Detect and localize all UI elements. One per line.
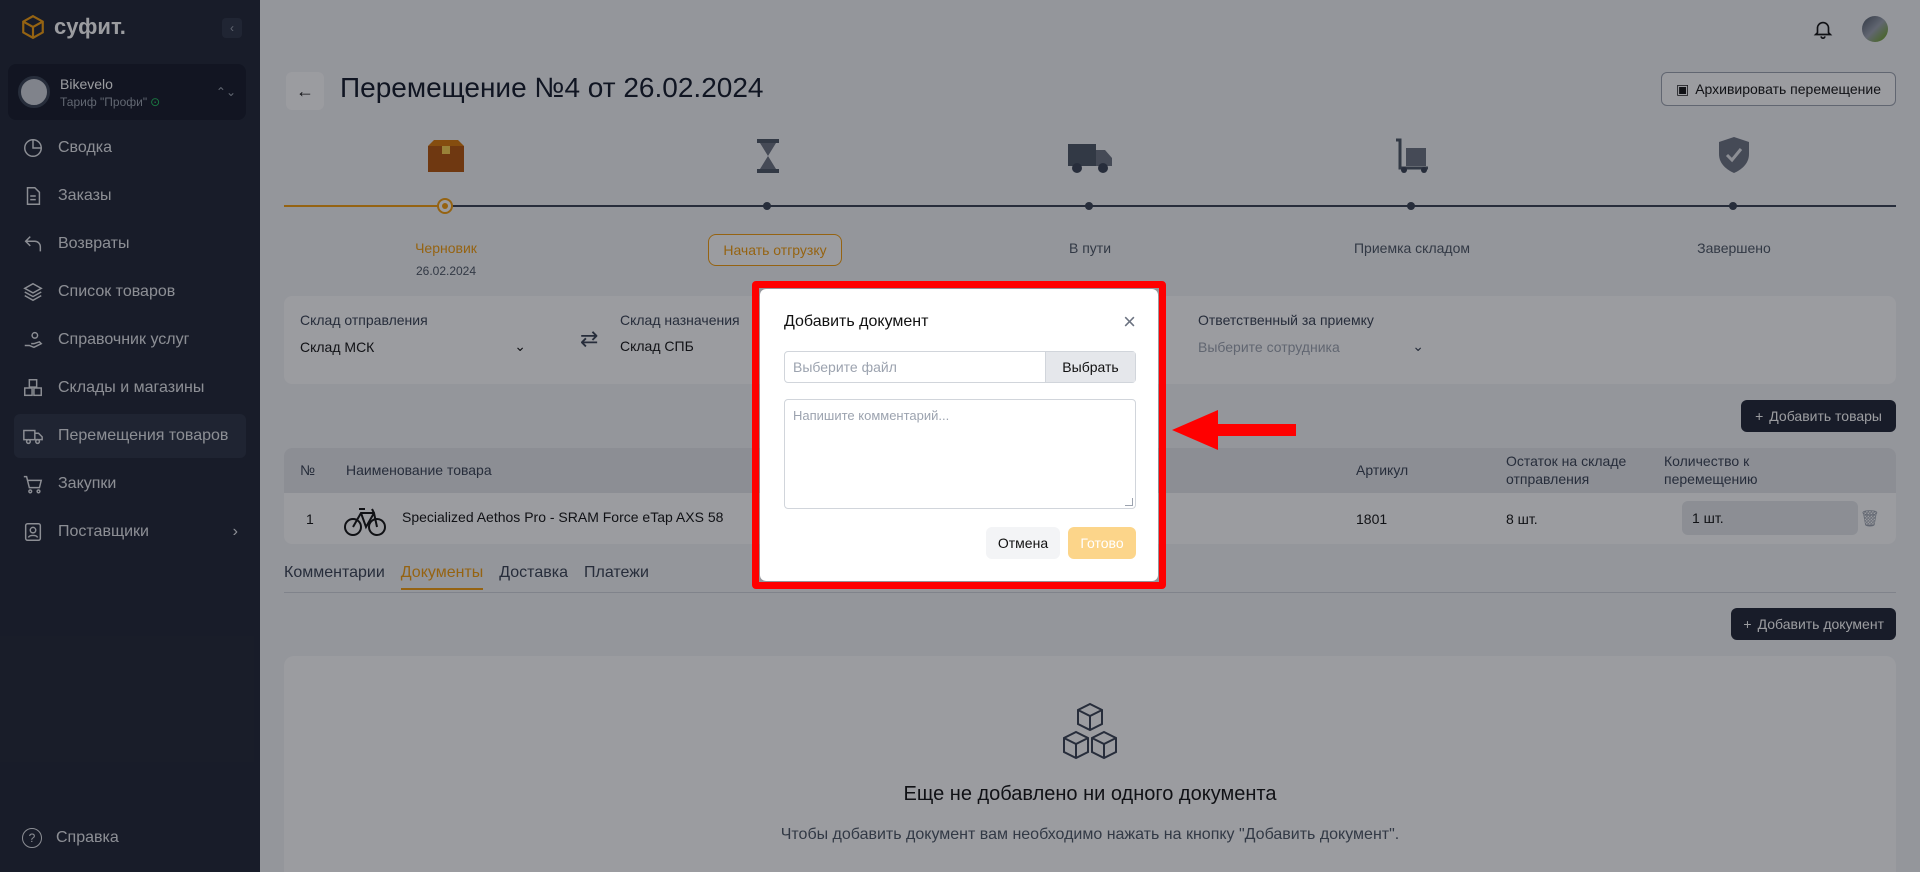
- resize-handle-icon[interactable]: [1125, 498, 1133, 506]
- comment-textarea[interactable]: Напишите комментарий...: [784, 399, 1136, 509]
- modal-title: Добавить документ: [784, 313, 929, 330]
- file-input[interactable]: Выберите файл: [785, 352, 1045, 382]
- comment-placeholder: Напишите комментарий...: [793, 408, 950, 423]
- close-icon[interactable]: ×: [1123, 311, 1136, 333]
- add-document-modal: Добавить документ × Выберите файл Выбрат…: [760, 289, 1158, 581]
- choose-file-button[interactable]: Выбрать: [1045, 352, 1135, 382]
- file-picker: Выберите файл Выбрать: [784, 351, 1136, 383]
- cancel-button[interactable]: Отмена: [986, 527, 1060, 559]
- done-button[interactable]: Готово: [1068, 527, 1136, 559]
- red-arrow-annotation: [1172, 410, 1296, 450]
